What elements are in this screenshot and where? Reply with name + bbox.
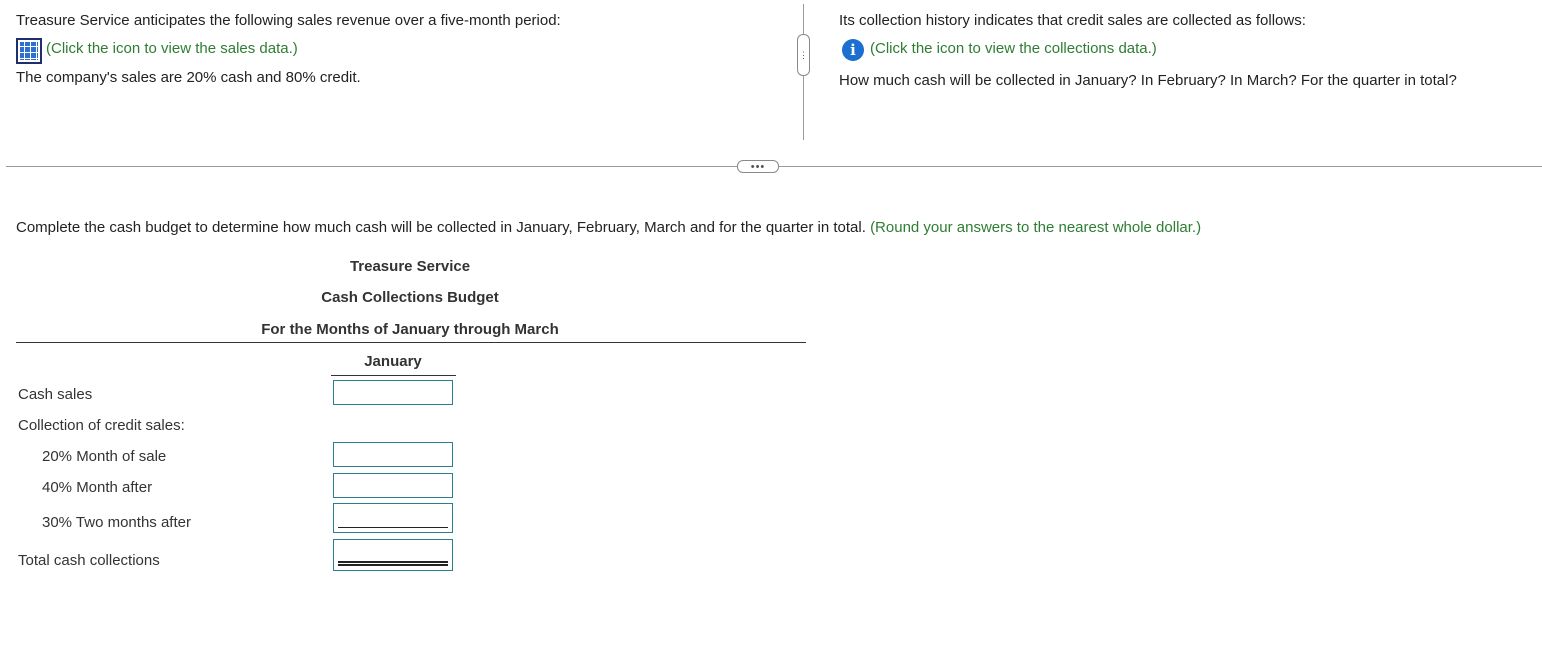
row-label-two-months-after: 30% Two months after bbox=[42, 514, 191, 531]
month-of-sale-january-input[interactable] bbox=[333, 442, 453, 467]
info-icon[interactable]: i bbox=[842, 39, 864, 61]
horizontal-splitter-handle[interactable]: ••• bbox=[737, 160, 779, 173]
row-label-month-after: 40% Month after bbox=[42, 479, 153, 496]
rounding-hint: (Round your answers to the nearest whole… bbox=[870, 219, 1202, 236]
cash-sales-january-field[interactable] bbox=[334, 381, 452, 404]
budget-period: For the Months of January through March bbox=[261, 321, 559, 338]
header-rule bbox=[16, 342, 806, 343]
two-months-after-january-input[interactable] bbox=[333, 503, 453, 533]
sales-mix-text: The company's sales are 20% cash and 80%… bbox=[16, 69, 361, 86]
total-double-underline bbox=[338, 561, 448, 566]
collections-data-link[interactable]: (Click the icon to view the collections … bbox=[870, 40, 1157, 57]
cash-sales-january-input[interactable] bbox=[333, 380, 453, 405]
row-label-cash-sales: Cash sales bbox=[18, 386, 93, 403]
row-label-total: Total cash collections bbox=[18, 552, 160, 569]
row-label-collection-header: Collection of credit sales: bbox=[18, 417, 185, 434]
month-of-sale-january-field[interactable] bbox=[334, 443, 452, 466]
question-text: How much cash will be collected in Janua… bbox=[839, 72, 1457, 89]
month-after-january-input[interactable] bbox=[333, 473, 453, 498]
row-label-month-of-sale: 20% Month of sale bbox=[42, 448, 167, 465]
budget-title: Cash Collections Budget bbox=[321, 289, 499, 306]
collection-history-text: Its collection history indicates that cr… bbox=[839, 12, 1306, 29]
sales-data-icon[interactable] bbox=[16, 38, 42, 64]
column-header-january: January bbox=[364, 353, 422, 370]
company-name: Treasure Service bbox=[349, 258, 471, 275]
instruction-text: Complete the cash budget to determine ho… bbox=[16, 219, 866, 236]
vertical-splitter-handle[interactable]: ⋮ bbox=[797, 34, 810, 76]
instruction: Complete the cash budget to determine ho… bbox=[16, 219, 1201, 236]
column-header-rule bbox=[331, 375, 456, 376]
sales-data-link[interactable]: (Click the icon to view the sales data.) bbox=[46, 40, 298, 57]
subtotal-underline bbox=[338, 527, 448, 528]
sales-intro-text: Treasure Service anticipates the followi… bbox=[16, 12, 561, 29]
total-collections-january-input[interactable] bbox=[333, 539, 453, 571]
month-after-january-field[interactable] bbox=[334, 474, 452, 497]
